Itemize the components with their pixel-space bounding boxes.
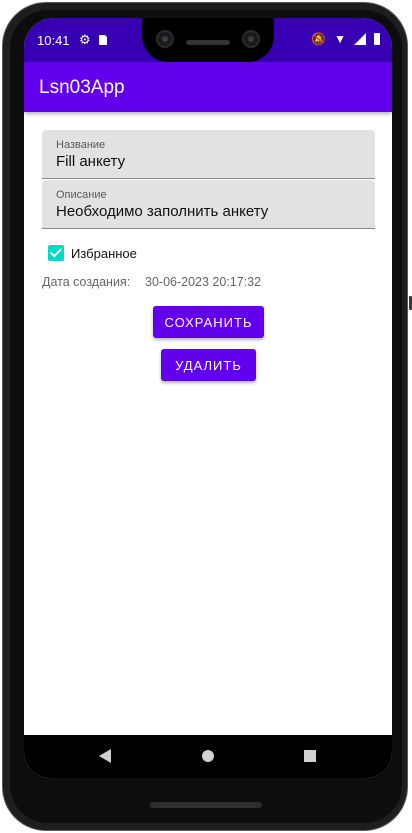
app-title: Lsn03App <box>39 77 125 98</box>
gear-icon: ⚙ <box>79 32 91 47</box>
name-field[interactable]: Название Fill анкету <box>42 130 375 179</box>
status-time: 10:41 <box>37 33 70 48</box>
delete-button[interactable]: УДАЛИТЬ <box>161 349 256 381</box>
created-date-value: 30-06-2023 20:17:32 <box>145 275 262 289</box>
camera-notch <box>142 18 274 62</box>
phone-frame: 10:41 ⚙ 🔕 ▼ Lsn03App Название Fill анкет… <box>0 0 412 833</box>
favorite-row[interactable]: Избранное <box>48 243 137 263</box>
favorite-checkbox[interactable] <box>48 245 64 261</box>
front-camera-icon <box>156 30 174 48</box>
earpiece-speaker <box>186 40 230 45</box>
front-camera-icon <box>242 30 260 48</box>
app-bar: Lsn03App <box>24 62 392 112</box>
description-field-value[interactable]: Необходимо заполнить анкету <box>56 203 268 220</box>
battery-icon <box>374 33 380 45</box>
save-button[interactable]: СОХРАНИТЬ <box>153 306 264 338</box>
device-screen: 10:41 ⚙ 🔕 ▼ Lsn03App Название Fill анкет… <box>24 18 392 778</box>
description-field[interactable]: Описание Необходимо заполнить анкету <box>42 180 375 229</box>
sd-card-icon <box>99 35 107 45</box>
name-field-value[interactable]: Fill анкету <box>56 153 125 170</box>
recents-icon[interactable] <box>304 750 316 762</box>
bell-off-icon: 🔕 <box>311 32 327 46</box>
created-date-label: Дата создания: <box>42 275 131 289</box>
description-field-label: Описание <box>56 189 107 201</box>
bottom-speaker <box>150 802 262 808</box>
status-bar: 10:41 ⚙ 🔕 ▼ <box>24 18 392 62</box>
back-icon[interactable] <box>99 749 111 763</box>
wifi-icon: ▼ <box>334 32 346 46</box>
home-icon[interactable] <box>202 750 214 762</box>
favorite-label[interactable]: Избранное <box>71 246 137 261</box>
system-nav-bar <box>24 735 392 778</box>
status-icons: 🔕 ▼ <box>311 32 380 46</box>
name-field-label: Название <box>56 139 106 151</box>
signal-icon <box>354 33 366 45</box>
